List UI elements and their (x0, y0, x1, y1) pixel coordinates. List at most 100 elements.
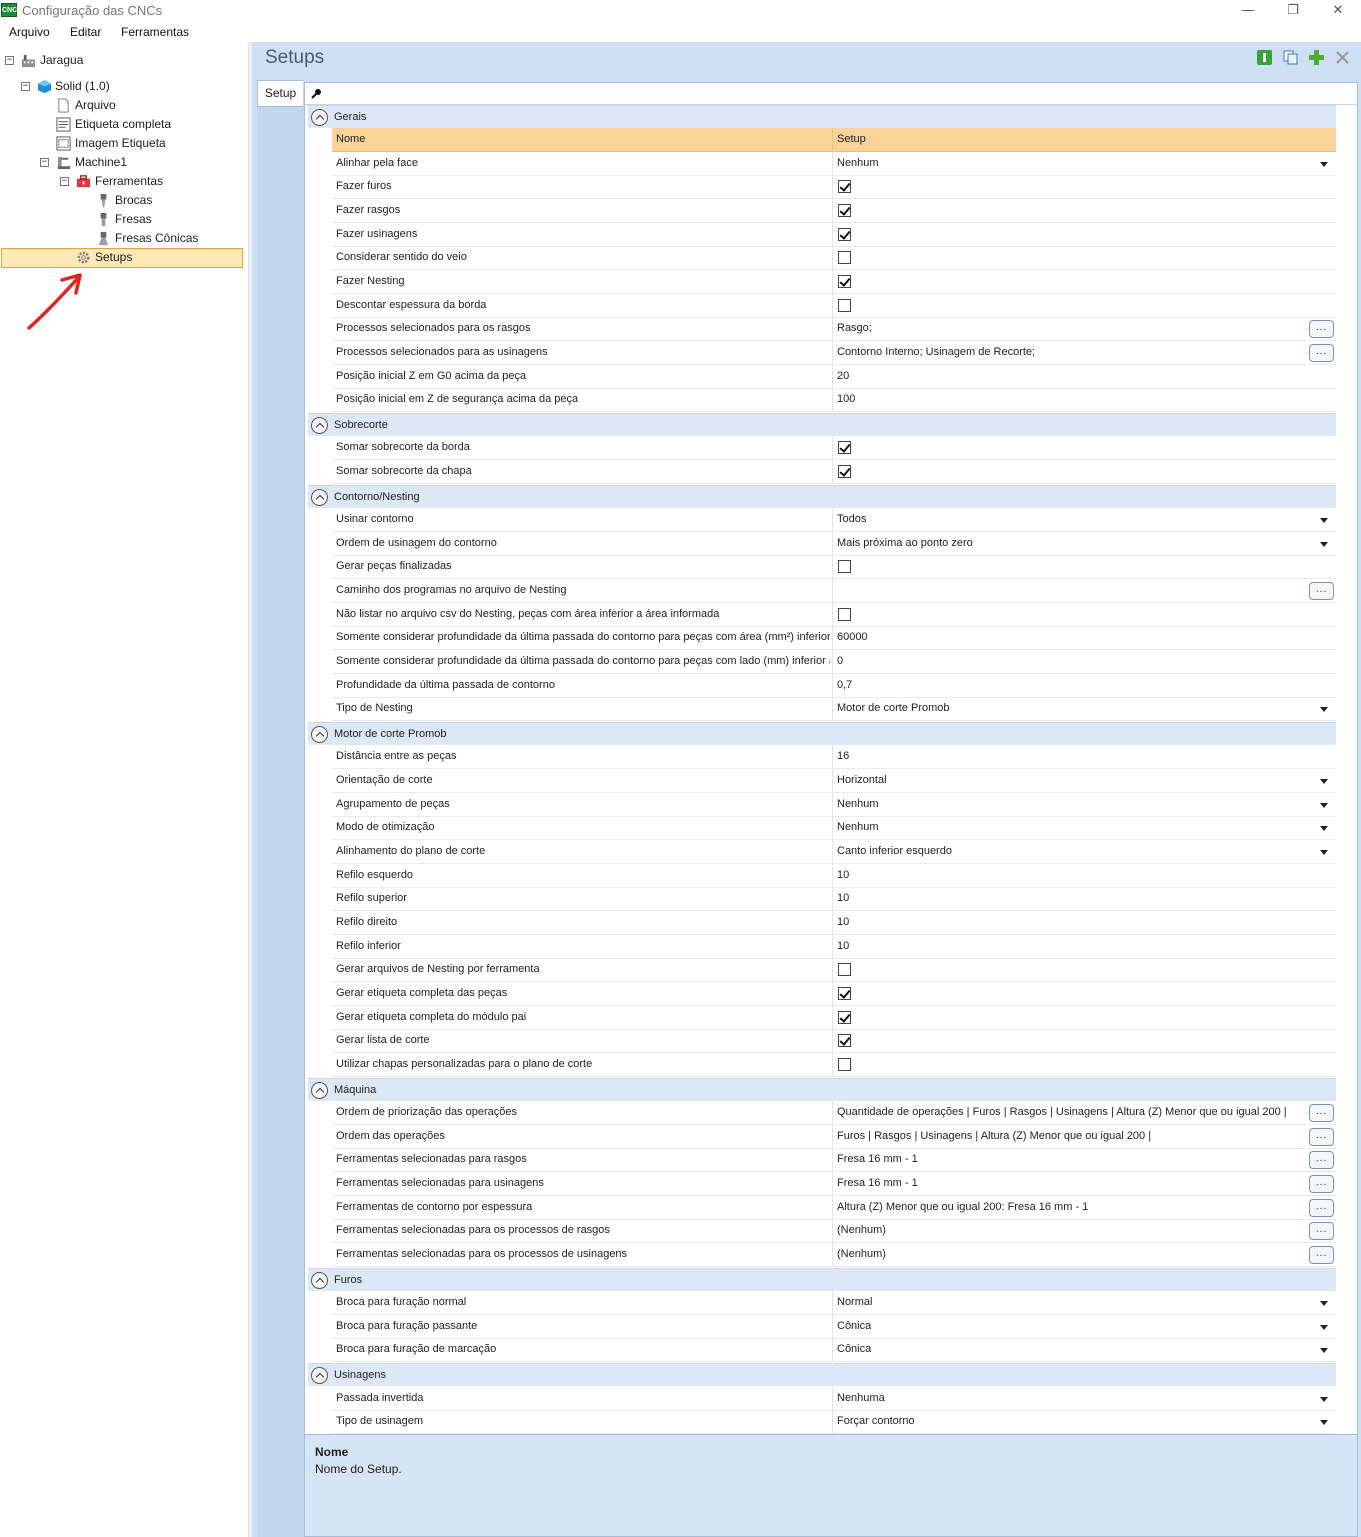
dropdown-arrow-icon[interactable] (1320, 161, 1328, 167)
tree-node-arquivo[interactable]: Arquivo (75, 96, 116, 115)
collapse-section-icon[interactable] (311, 109, 328, 126)
property-value[interactable]: 10 (837, 892, 849, 904)
property-value-cell[interactable]: 10 (832, 887, 1336, 912)
close-window-button[interactable]: ✕ (1315, 0, 1361, 22)
property-row[interactable]: Orientação de corte Horizontal (332, 769, 1336, 794)
property-row[interactable]: Ferramentas de contorno por espessura Alt… (332, 1195, 1336, 1220)
section-header[interactable]: Sobrecorte (308, 412, 1336, 436)
property-value-cell[interactable]: Altura (Z) Menor que ou igual 200: Fresa… (832, 1195, 1336, 1220)
property-row[interactable]: Tipo de usinagem Forçar contorno (332, 1410, 1336, 1435)
property-row[interactable]: Agrupamento de peças Nenhum (332, 792, 1336, 817)
menu-arquivo[interactable]: Arquivo (9, 25, 50, 39)
tree-node-setups[interactable]: Setups (95, 248, 132, 267)
ellipsis-button[interactable]: ... (1309, 1104, 1334, 1123)
property-value-cell[interactable]: Horizontal (832, 769, 1336, 794)
ellipsis-button[interactable]: ... (1309, 1127, 1334, 1146)
property-row[interactable]: Somente considerar profundidade da últim… (332, 626, 1336, 651)
property-row[interactable]: Gerar arquivos de Nesting por ferramenta (332, 958, 1336, 983)
property-value[interactable]: 0,7 (837, 679, 852, 691)
property-value-cell[interactable]: Contorno Interno; Usinagem de Recorte;..… (832, 340, 1336, 365)
ellipsis-button[interactable]: ... (1309, 1198, 1334, 1217)
property-value-cell[interactable] (832, 459, 1336, 484)
property-value-cell[interactable]: 10 (832, 863, 1336, 888)
info-icon[interactable] (1256, 49, 1273, 66)
tab-setup[interactable]: Setup (257, 80, 303, 107)
property-row[interactable]: Distância entre as peças 16 (332, 745, 1336, 770)
dropdown-arrow-icon[interactable] (1320, 826, 1328, 832)
property-row[interactable]: Posição inicial Z em G0 acima da peça 20 (332, 364, 1336, 389)
property-row[interactable]: Broca para furação de marcação Cônica (332, 1338, 1336, 1363)
property-row[interactable]: Somar sobrecorte da borda (332, 436, 1336, 461)
property-row[interactable]: Fazer rasgos (332, 198, 1336, 223)
property-row[interactable]: Gerar etiqueta completa do módulo pai (332, 1005, 1336, 1030)
property-value-cell[interactable] (832, 1005, 1336, 1030)
copy-icon[interactable] (1282, 49, 1299, 66)
property-value-cell[interactable] (832, 246, 1336, 271)
tree-node-fresas-conicas[interactable]: Fresas Cônicas (115, 229, 198, 248)
property-value-cell[interactable]: Cônica (832, 1338, 1336, 1363)
checkbox-unchecked[interactable] (838, 251, 851, 265)
property-value-cell[interactable]: 0,7 (832, 673, 1336, 698)
minimize-button[interactable]: — (1225, 0, 1271, 22)
property-value-cell[interactable]: Mais próxima ao ponto zero (832, 531, 1336, 556)
checkbox-checked[interactable] (838, 203, 851, 217)
property-value-cell[interactable] (832, 269, 1336, 294)
property-row[interactable]: Passada invertida Nenhuma (332, 1386, 1336, 1411)
tree-node-brocas[interactable]: Brocas (115, 191, 152, 210)
property-value-cell[interactable]: 16 (832, 745, 1336, 770)
checkbox-unchecked[interactable] (838, 1057, 851, 1071)
property-value-cell[interactable]: Nenhum (832, 816, 1336, 841)
property-row[interactable]: Ferramentas selecionadas para usinagens F… (332, 1172, 1336, 1196)
property-value[interactable]: 60000 (837, 631, 868, 643)
tree-node-jaragua[interactable]: Jaragua (40, 51, 83, 70)
collapse-toggle[interactable]: − (5, 56, 14, 65)
property-value-cell[interactable] (832, 436, 1336, 461)
dropdown-arrow-icon[interactable] (1320, 850, 1328, 856)
property-row[interactable]: Posição inicial em Z de segurança acima … (332, 388, 1336, 413)
property-row[interactable]: Fazer usinagens (332, 222, 1336, 247)
tree-node-imagem-etiqueta[interactable]: Imagem Etiqueta (75, 134, 166, 153)
property-row[interactable]: Não listar no arquivo csv do Nesting, pe… (332, 602, 1336, 627)
collapse-section-icon[interactable] (311, 1081, 328, 1099)
dropdown-arrow-icon[interactable] (1320, 541, 1328, 547)
property-value-cell[interactable]: 100 (832, 388, 1336, 413)
dropdown-arrow-icon[interactable] (1320, 1348, 1328, 1354)
property-value[interactable]: 10 (837, 916, 849, 928)
property-row[interactable]: Ferramentas selecionadas para rasgos Fres… (332, 1148, 1336, 1173)
delete-icon[interactable] (1334, 49, 1351, 66)
property-value-cell[interactable]: Nenhum (832, 792, 1336, 817)
property-row[interactable]: Ordem de usinagem do contorno Mais próxim… (332, 531, 1336, 556)
tree-node-fresas[interactable]: Fresas (115, 210, 152, 229)
section-header[interactable]: Gerais (308, 105, 1336, 128)
property-value-cell[interactable] (832, 175, 1336, 200)
property-value-cell[interactable] (832, 222, 1336, 247)
ellipsis-button[interactable]: ... (1309, 1151, 1334, 1170)
checkbox-unchecked[interactable] (838, 607, 851, 621)
property-row[interactable]: Refilo direito 10 (332, 911, 1336, 935)
property-value-cell[interactable]: Fresa 16 mm - 1... (832, 1172, 1336, 1196)
property-value[interactable]: 100 (837, 393, 855, 405)
grid-search-bar[interactable] (305, 83, 1357, 105)
collapse-toggle[interactable]: − (60, 177, 69, 186)
collapse-section-icon[interactable] (311, 488, 328, 506)
dropdown-arrow-icon[interactable] (1320, 779, 1328, 785)
property-row[interactable]: Processos selecionados para os rasgos Ras… (332, 317, 1336, 342)
property-row[interactable]: Ordem de priorização das operações Quanti… (332, 1101, 1336, 1126)
checkbox-unchecked[interactable] (838, 963, 851, 977)
tree-node-machine1[interactable]: Machine1 (75, 153, 127, 172)
property-row[interactable]: Gerar lista de corte (332, 1029, 1336, 1054)
ellipsis-button[interactable]: ... (1309, 582, 1334, 601)
property-value-cell[interactable]: Furos | Rasgos | Usinagens | Altura (Z) … (832, 1124, 1336, 1149)
collapse-section-icon[interactable] (311, 725, 328, 743)
menu-ferramentas[interactable]: Ferramentas (121, 25, 189, 39)
property-row[interactable]: Descontar espessura da borda (332, 293, 1336, 318)
property-value-cell[interactable]: Fresa 16 mm - 1... (832, 1148, 1336, 1173)
property-value-cell[interactable] (832, 981, 1336, 1006)
dropdown-arrow-icon[interactable] (1320, 518, 1328, 524)
checkbox-checked[interactable] (838, 1010, 851, 1024)
property-row[interactable]: Alinhamento do plano de corte Canto infer… (332, 840, 1336, 865)
property-value-cell[interactable]: 10 (832, 934, 1336, 959)
property-value-cell[interactable]: Quantidade de operações | Furos | Rasgos… (832, 1101, 1336, 1126)
property-row[interactable]: Refilo superior 10 (332, 887, 1336, 912)
property-value-cell[interactable] (832, 198, 1336, 223)
